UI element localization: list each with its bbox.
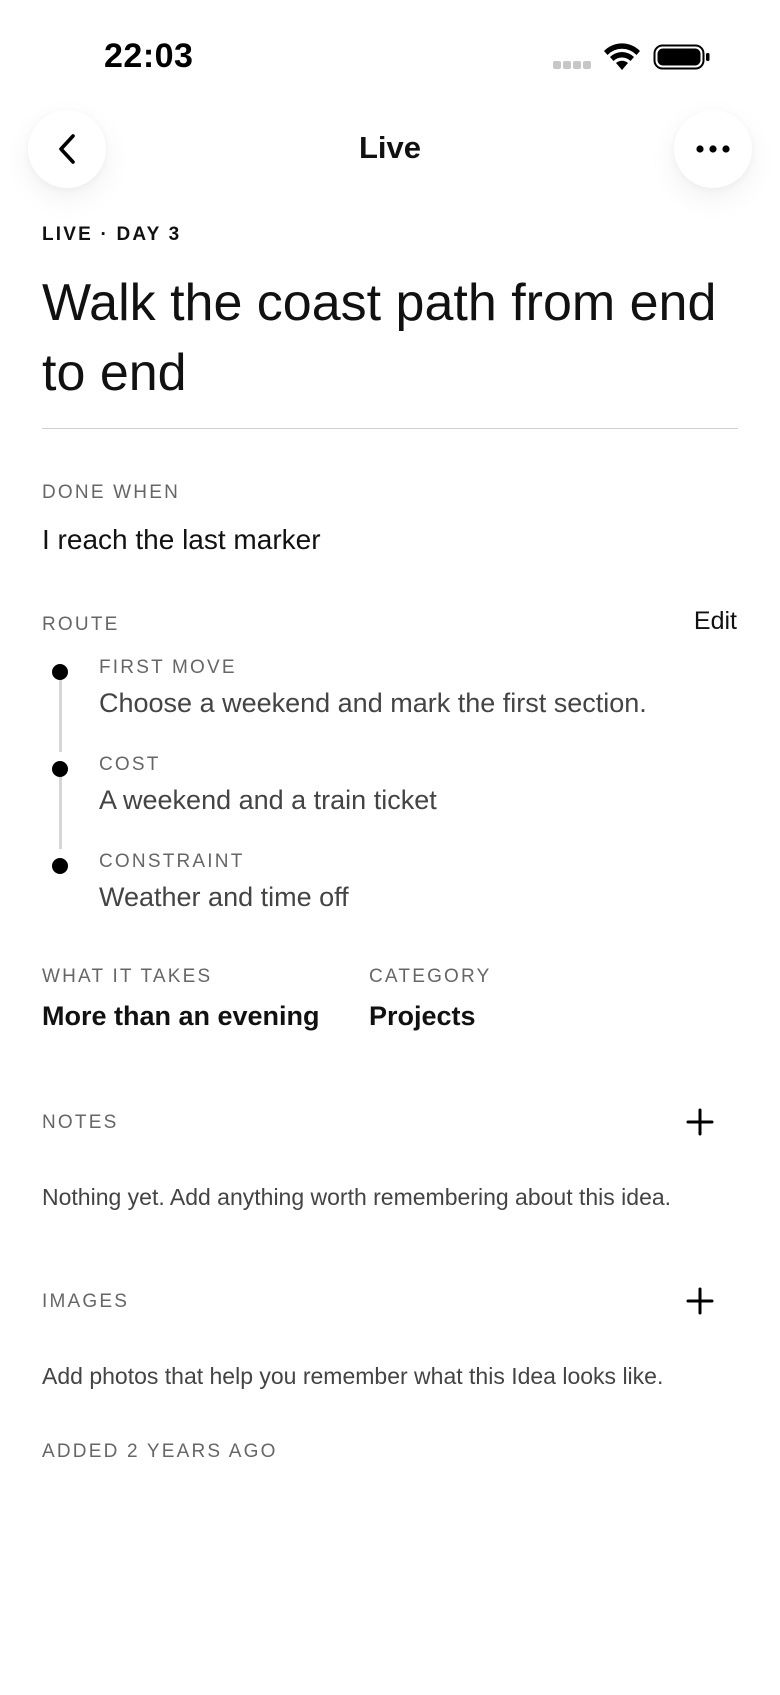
add-image-button[interactable] xyxy=(680,1281,720,1321)
route-step-marker xyxy=(52,858,68,874)
route-step-label: FIRST MOVE xyxy=(99,657,237,678)
add-note-button[interactable] xyxy=(680,1102,720,1142)
images-label: IMAGES xyxy=(42,1291,130,1312)
route-step-label: COST xyxy=(99,754,161,775)
what-it-takes-label: WHAT IT TAKES xyxy=(42,966,213,987)
added-timestamp: ADDED 2 YEARS AGO xyxy=(42,1441,278,1462)
ellipsis-icon xyxy=(696,145,730,153)
route-label: ROUTE xyxy=(42,614,120,635)
route-step-marker xyxy=(52,664,68,680)
notes-label: NOTES xyxy=(42,1112,119,1133)
route-connector xyxy=(59,680,62,752)
route-connector xyxy=(59,777,62,849)
nav-title: Live xyxy=(358,130,422,165)
route-step-value: A weekend and a train ticket xyxy=(99,785,437,815)
done-when-label: DONE WHEN xyxy=(42,482,181,503)
category-value: Projects xyxy=(369,1001,476,1031)
cellular-signal-icon xyxy=(553,61,593,71)
idea-title: Walk the coast path from end to end xyxy=(42,274,717,402)
notes-empty-text: Nothing yet. Add anything worth remember… xyxy=(42,1184,672,1210)
status-time: 22:03 xyxy=(104,37,194,75)
wifi-icon xyxy=(604,43,640,70)
route-step-marker xyxy=(52,761,68,777)
done-when-value: I reach the last marker xyxy=(42,524,321,555)
category-label: CATEGORY xyxy=(369,966,492,987)
status-bar: 22:03 xyxy=(0,0,780,110)
plus-icon xyxy=(686,1108,714,1136)
route-edit-button[interactable]: Edit xyxy=(694,607,737,636)
divider xyxy=(42,428,738,429)
more-options-button[interactable] xyxy=(674,110,752,188)
route-step-label: CONSTRAINT xyxy=(99,851,245,872)
status-eyebrow: LIVE · DAY 3 xyxy=(42,224,182,245)
what-it-takes-value: More than an evening xyxy=(42,1001,320,1031)
route-step-value: Weather and time off xyxy=(99,882,349,912)
images-empty-text: Add photos that help you remember what t… xyxy=(42,1363,664,1389)
plus-icon xyxy=(686,1287,714,1315)
battery-icon xyxy=(653,44,710,70)
idea-detail-screen: 22:03 Live LIVE · DAY 3 Walk the coast p… xyxy=(0,0,780,1695)
route-step-value: Choose a weekend and mark the first sect… xyxy=(99,688,647,718)
